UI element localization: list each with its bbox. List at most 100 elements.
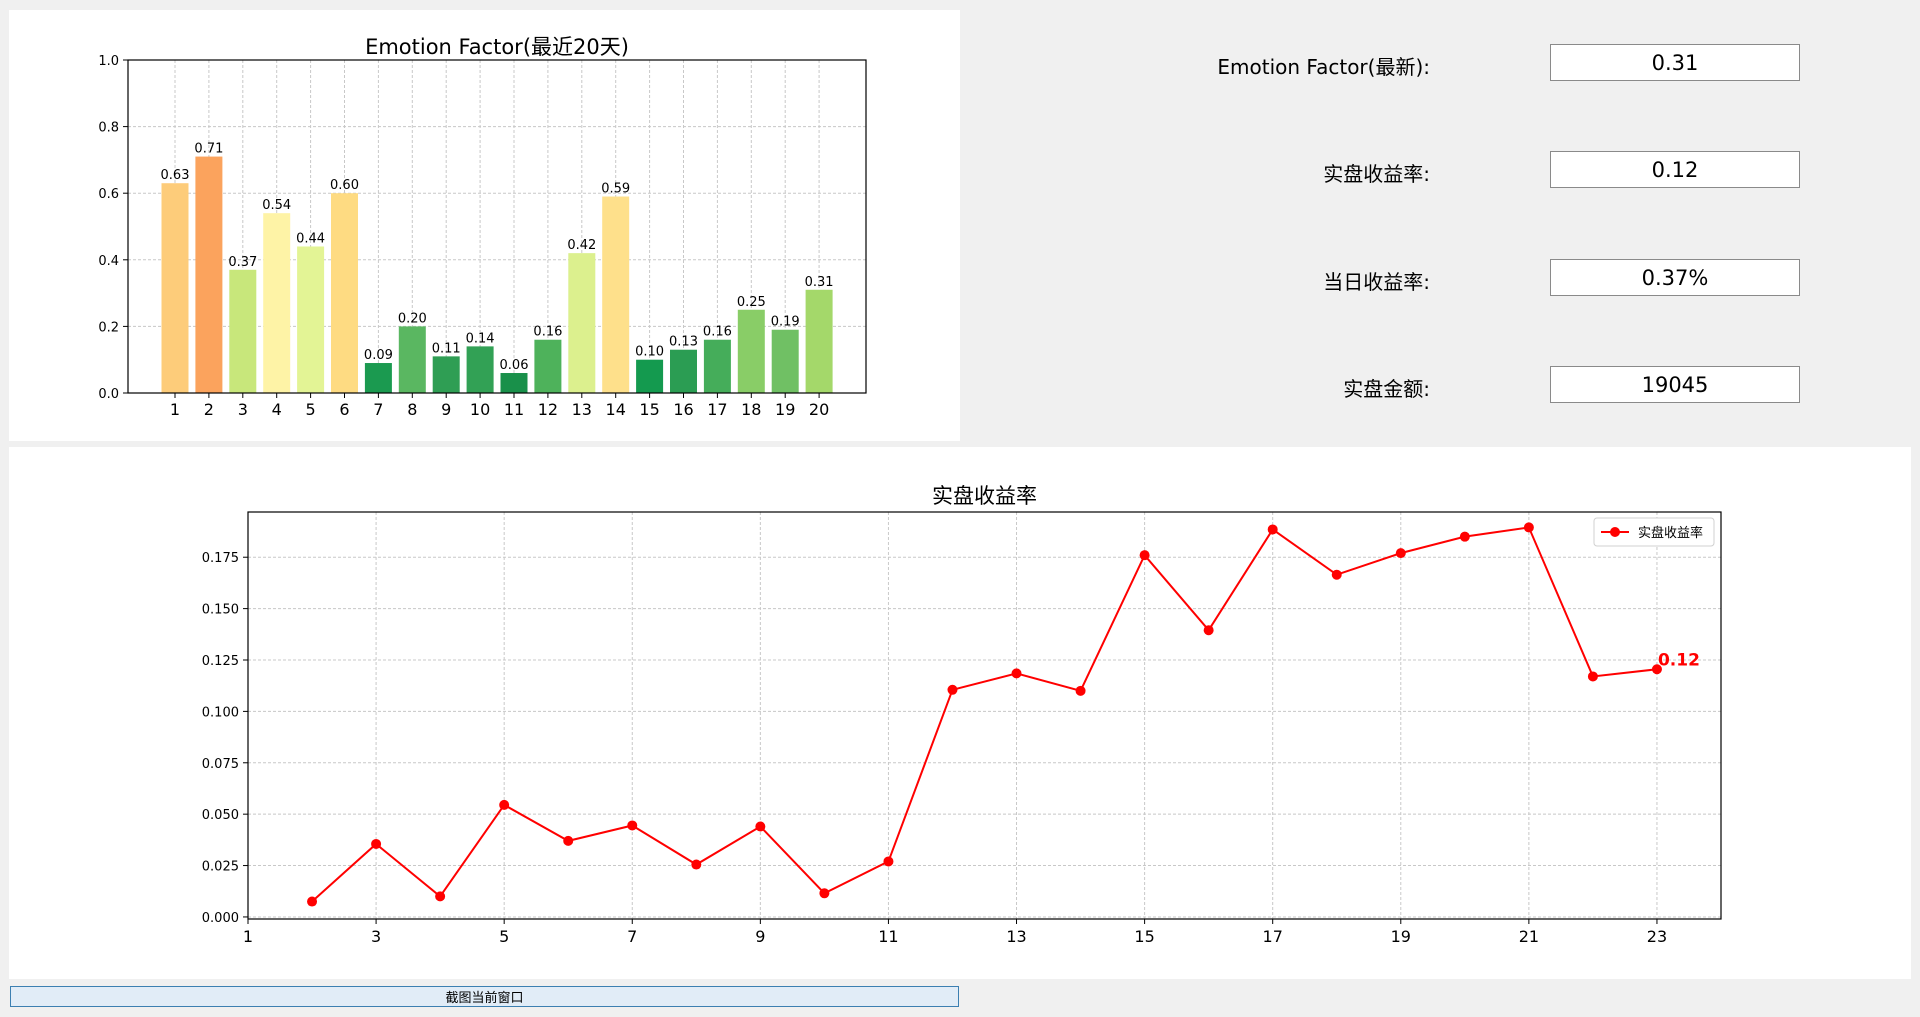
live-return-chart: 实盘收益率0.0000.0250.0500.0750.1000.1250.150… bbox=[202, 484, 1722, 946]
bar-16 bbox=[670, 349, 697, 393]
line-x-tick-label: 11 bbox=[878, 927, 898, 946]
bar-data-label: 0.54 bbox=[262, 198, 291, 213]
bar-x-tick-label: 6 bbox=[339, 400, 349, 419]
bar-14 bbox=[602, 196, 630, 393]
bar-x-tick-label: 8 bbox=[407, 400, 417, 419]
screenshot-window-button[interactable]: 截图当前窗口 bbox=[10, 986, 959, 1007]
bar-data-label: 0.16 bbox=[533, 325, 562, 340]
bar-6 bbox=[331, 193, 358, 393]
bar-data-label: 0.37 bbox=[228, 255, 257, 270]
bar-data-label: 0.71 bbox=[194, 142, 223, 157]
bar-y-tick-label: 0.6 bbox=[98, 187, 119, 202]
bar-x-tick-label: 18 bbox=[741, 400, 761, 419]
bar-x-tick-label: 15 bbox=[639, 400, 659, 419]
return-point-16 bbox=[1203, 625, 1214, 636]
legend-marker-icon bbox=[1610, 527, 1620, 537]
bar-4 bbox=[263, 213, 291, 393]
bar-13 bbox=[568, 253, 596, 393]
bar-data-label: 0.16 bbox=[703, 325, 732, 340]
line-x-tick-label: 7 bbox=[627, 927, 637, 946]
bar-data-label: 0.14 bbox=[466, 331, 495, 346]
return-point-13 bbox=[1011, 668, 1022, 679]
bar-y-tick-label: 0.8 bbox=[98, 121, 119, 136]
live-amount-label: 实盘金额: bbox=[1343, 377, 1430, 401]
line-y-tick-label: 0.000 bbox=[202, 911, 239, 926]
line-y-tick-label: 0.050 bbox=[202, 808, 239, 823]
return-point-19 bbox=[1395, 548, 1406, 559]
bar-x-tick-label: 20 bbox=[809, 400, 829, 419]
emotion-factor-chart-panel: Emotion Factor(最近20天) 0.0 0.2 0.4 0.6 0.8 1.0 0… bbox=[9, 10, 960, 441]
return-point-6 bbox=[563, 835, 574, 846]
line-y-tick-label: 0.175 bbox=[202, 551, 239, 566]
line-y-tick-label: 0.025 bbox=[202, 860, 239, 875]
daily-return-rate-field[interactable]: 0.37% bbox=[1550, 259, 1800, 296]
bar-data-label: 0.20 bbox=[398, 311, 427, 326]
bar-5 bbox=[297, 246, 325, 393]
return-point-12 bbox=[947, 684, 958, 695]
bar-x-tick-label: 4 bbox=[272, 400, 282, 419]
bar-2 bbox=[195, 156, 223, 393]
live-amount-field[interactable]: 19045 bbox=[1550, 366, 1800, 403]
bar-y-tick-label: 0.2 bbox=[98, 320, 119, 335]
bar-x-tick-label: 13 bbox=[572, 400, 592, 419]
return-point-8 bbox=[691, 859, 702, 870]
return-point-7 bbox=[627, 820, 638, 831]
live-return-chart-panel: 实盘收益率 0.000 0.025 0.050 0.075 0.100 0.125 0.150… bbox=[9, 447, 1911, 979]
line-y-tick-label: 0.125 bbox=[202, 654, 239, 669]
line-x-tick-label: 21 bbox=[1519, 927, 1539, 946]
bar-7 bbox=[364, 363, 392, 393]
live-return-rate-label: 实盘收益率: bbox=[1323, 162, 1430, 186]
bar-x-tick-label: 11 bbox=[504, 400, 524, 419]
return-point-17 bbox=[1267, 524, 1278, 535]
bar-data-label: 0.44 bbox=[296, 231, 325, 246]
bar-data-label: 0.10 bbox=[635, 345, 664, 360]
bar-data-label: 0.42 bbox=[567, 238, 596, 253]
bar-3 bbox=[229, 269, 257, 393]
bar-15 bbox=[636, 359, 664, 393]
bar-12 bbox=[534, 339, 562, 393]
bar-data-label: 0.09 bbox=[364, 348, 393, 363]
line-x-tick-label: 1 bbox=[243, 927, 253, 946]
bar-x-tick-label: 9 bbox=[441, 400, 451, 419]
bar-data-label: 0.06 bbox=[500, 358, 529, 373]
return-point-15 bbox=[1139, 550, 1150, 561]
return-point-10 bbox=[819, 888, 830, 899]
daily-return-rate-label: 当日收益率: bbox=[1323, 270, 1430, 294]
legend-label: 实盘收益率 bbox=[1638, 525, 1703, 541]
line-x-tick-label: 15 bbox=[1134, 927, 1154, 946]
return-series-line bbox=[311, 526, 1658, 903]
emotion-factor-chart: Emotion Factor(最近20天) 0.0 0.2 0.4 0.6 0.8 1.0 0… bbox=[98, 35, 867, 419]
bar-x-tick-label: 12 bbox=[538, 400, 558, 419]
line-x-tick-label: 19 bbox=[1391, 927, 1411, 946]
line-x-tick-label: 17 bbox=[1263, 927, 1283, 946]
bar-10 bbox=[466, 346, 494, 393]
emotion-factor-latest-label: Emotion Factor(最新): bbox=[1217, 55, 1430, 79]
bar-20 bbox=[805, 289, 833, 393]
bar-data-label: 0.63 bbox=[161, 168, 190, 183]
bar-y-tick-label: 1.0 bbox=[98, 54, 119, 69]
bar-data-label: 0.19 bbox=[771, 315, 800, 330]
return-point-22 bbox=[1587, 671, 1598, 682]
return-point-9 bbox=[755, 821, 766, 832]
bar-x-tick-label: 3 bbox=[238, 400, 248, 419]
bar-x-tick-label: 17 bbox=[707, 400, 727, 419]
return-point-3 bbox=[371, 838, 382, 849]
bar-data-label: 0.60 bbox=[330, 178, 359, 193]
bar-x-tick-label: 10 bbox=[470, 400, 490, 419]
bar-19 bbox=[771, 329, 799, 393]
bar-data-label: 0.25 bbox=[737, 295, 766, 310]
line-y-tick-label: 0.150 bbox=[202, 603, 239, 618]
live-return-rate-field[interactable]: 0.12 bbox=[1550, 151, 1800, 188]
bar-11 bbox=[500, 373, 528, 393]
bar-8 bbox=[398, 326, 426, 393]
line-x-tick-label: 3 bbox=[371, 927, 381, 946]
bar-chart-title: Emotion Factor(最近20天) bbox=[365, 35, 629, 59]
bar-17 bbox=[703, 339, 731, 393]
line-x-tick-label: 5 bbox=[499, 927, 509, 946]
emotion-factor-latest-field[interactable]: 0.31 bbox=[1550, 44, 1800, 81]
bar-x-tick-label: 16 bbox=[673, 400, 693, 419]
return-point-18 bbox=[1331, 569, 1342, 580]
return-point-21 bbox=[1523, 522, 1534, 533]
bar-x-tick-label: 14 bbox=[606, 400, 626, 419]
bar-y-tick-label: 0.0 bbox=[98, 387, 119, 402]
